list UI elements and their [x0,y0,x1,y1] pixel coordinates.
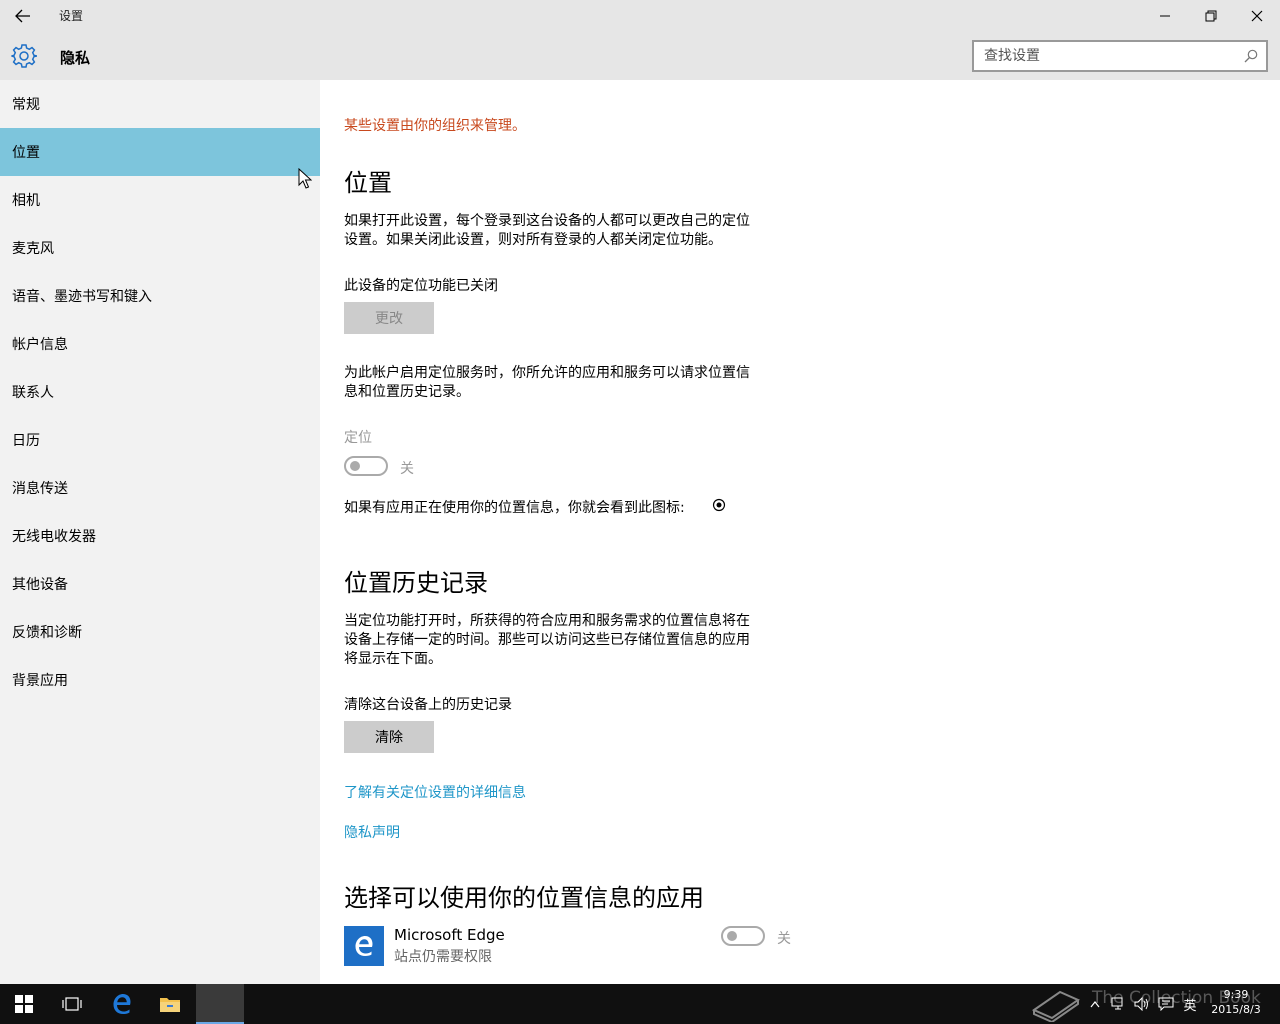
close-icon [1251,10,1263,22]
search-box[interactable] [972,40,1268,72]
location-history-heading: 位置历史记录 [344,569,488,597]
device-location-status: 此设备的定位功能已关闭 [344,278,498,294]
clear-history-label: 清除这台设备上的历史记录 [344,697,512,713]
sidebar-item-feedback-diagnostics[interactable]: 反馈和诊断 [0,608,320,656]
sidebar-item-speech-inking-typing[interactable]: 语音、墨迹书写和键入 [0,272,320,320]
ime-indicator[interactable]: 英 [1179,984,1201,1024]
history-description-line: 设备上存储一定的时间。那些可以访问这些已存储位置信息的应用 [344,632,750,648]
sidebar-item-background-apps[interactable]: 背景应用 [0,656,320,704]
sidebar-item-account-info[interactable]: 帐户信息 [0,320,320,368]
edge-icon [113,994,131,1014]
restore-button[interactable] [1188,0,1234,32]
back-button[interactable] [8,4,38,28]
location-icon-note: 如果有应用正在使用你的位置信息，你就会看到此图标: [344,500,685,516]
folder-icon [160,998,180,1012]
restore-icon [1205,10,1217,22]
account-description-line: 息和位置历史记录。 [344,384,470,400]
task-view-button[interactable] [48,984,96,1024]
windows-logo-icon [15,995,33,1013]
apps-heading: 选择可以使用你的位置信息的应用 [344,884,704,912]
learn-more-link[interactable]: 了解有关定位设置的详细信息 [344,782,526,802]
history-description-line: 当定位功能打开时，所获得的符合应用和服务需求的位置信息将在 [344,613,750,629]
edge-toggle-state: 关 [777,931,791,947]
account-location-description: 为此帐户启用定位服务时，你所允许的应用和服务可以请求位置信 息和位置历史记录。 [344,364,789,402]
book-watermark-icon [1031,990,1081,1022]
mouse-cursor-icon [298,168,312,189]
search-icon [1244,49,1258,63]
sidebar-item-messaging[interactable]: 消息传送 [0,464,320,512]
location-in-use-icon [712,498,726,512]
gear-icon [11,44,37,68]
volume-button[interactable] [1131,984,1153,1024]
edge-icon [355,936,373,956]
network-button[interactable] [1108,984,1130,1024]
file-explorer-button[interactable] [146,984,194,1024]
clock-time: 9:39 [1223,988,1249,1001]
location-description: 如果打开此设置，每个登录到这台设备的人都可以更改自己的定位 设置。如果关闭此设置… [344,212,789,250]
sidebar-item-location[interactable]: 位置 [0,128,320,176]
sidebar-item-other-devices[interactable]: 其他设备 [0,560,320,608]
sidebar-item-general[interactable]: 常规 [0,80,320,128]
sidebar-item-radios[interactable]: 无线电收发器 [0,512,320,560]
clock[interactable]: 9:39 2015/8/3 [1206,987,1266,1017]
edge-location-toggle[interactable] [721,926,765,946]
location-description-line: 设置。如果关闭此设置，则对所有登录的人都关闭定位功能。 [344,232,722,248]
sidebar: 常规 位置 相机 麦克风 语音、墨迹书写和键入 帐户信息 联系人 日历 消息传送… [0,80,320,984]
network-icon [1111,997,1123,1010]
search-input[interactable] [984,47,1234,65]
location-description-line: 如果打开此设置，每个登录到这台设备的人都可以更改自己的定位 [344,213,750,229]
clock-date: 2015/8/3 [1211,1003,1261,1016]
minimize-icon [1160,15,1170,17]
task-view-icon [62,997,82,1011]
change-button[interactable]: 更改 [344,302,434,334]
app-name: Microsoft Edge [394,926,505,944]
taskbar: The Collection Book 英 9:39 2015/8/3 [0,984,1280,1024]
sidebar-item-microphone[interactable]: 麦克风 [0,224,320,272]
main-content: 某些设置由你的组织来管理。 位置 如果打开此设置，每个登录到这台设备的人都可以更… [320,80,1280,984]
clear-button[interactable]: 清除 [344,721,434,753]
location-toggle-state: 关 [400,461,414,477]
close-button[interactable] [1234,0,1280,32]
toggle-knob [350,461,360,471]
start-button[interactable] [0,984,48,1024]
location-toggle[interactable] [344,456,388,476]
settings-taskbar-button[interactable] [196,984,244,1024]
message-icon [1158,997,1174,1011]
sidebar-item-contacts[interactable]: 联系人 [0,368,320,416]
location-toggle-label: 定位 [344,430,372,446]
account-description-line: 为此帐户启用定位服务时，你所允许的应用和服务可以请求位置信 [344,365,750,381]
managed-notice: 某些设置由你的组织来管理。 [344,118,526,134]
back-arrow-icon [15,9,30,23]
app-subtitle: 站点仍需要权限 [394,949,492,965]
page-title: 隐私 [60,49,91,67]
show-hidden-icons-button[interactable] [1085,984,1105,1024]
toggle-knob [727,931,737,941]
minimize-button[interactable] [1142,0,1188,32]
edge-app-tile [344,926,384,966]
sidebar-item-camera[interactable]: 相机 [0,176,320,224]
edge-taskbar-button[interactable] [98,984,146,1024]
privacy-statement-link[interactable]: 隐私声明 [344,822,400,842]
chevron-up-icon [1090,1001,1100,1008]
title-bar: 设置 [0,0,1280,32]
location-heading: 位置 [344,169,392,197]
window-title: 设置 [59,9,84,23]
history-description-line: 将显示在下面。 [344,651,442,667]
action-center-button[interactable] [1155,984,1177,1024]
settings-header: 隐私 [0,32,1280,80]
sidebar-item-calendar[interactable]: 日历 [0,416,320,464]
speaker-icon [1134,997,1148,1011]
location-history-description: 当定位功能打开时，所获得的符合应用和服务需求的位置信息将在 设备上存储一定的时间… [344,612,789,669]
